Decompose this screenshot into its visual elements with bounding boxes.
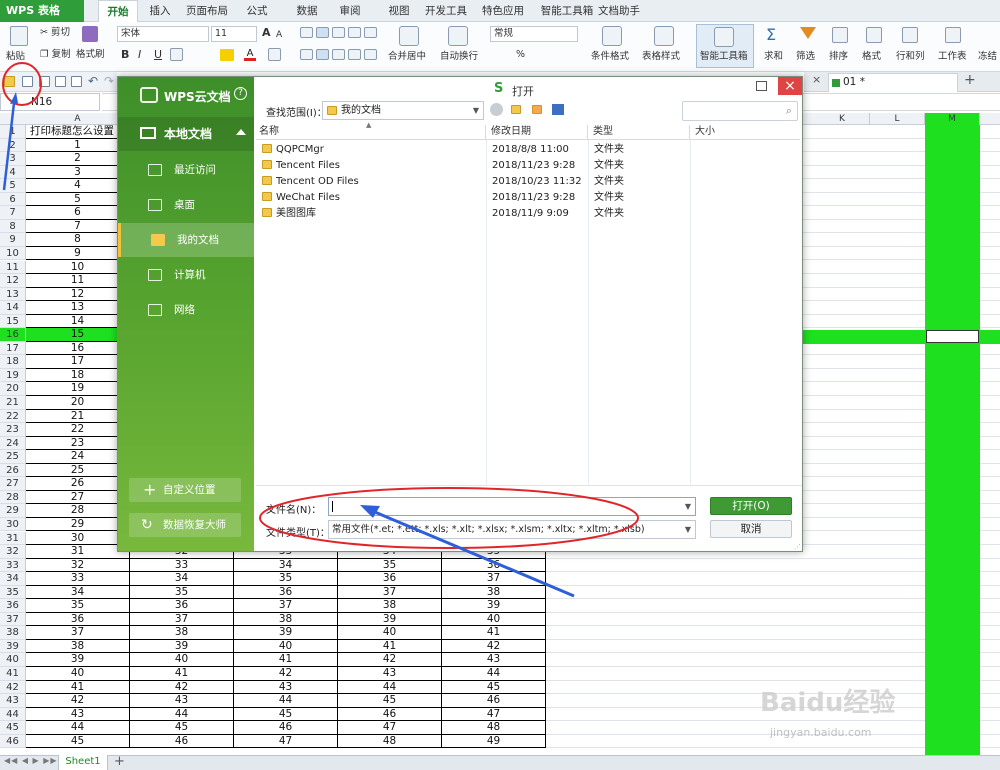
red-circle-filename-field	[259, 487, 639, 549]
blue-arrow-filename	[369, 508, 575, 598]
blue-arrow-up	[2, 102, 16, 191]
blue-arrowhead-up	[10, 92, 18, 104]
red-circle-open-icon	[2, 62, 42, 106]
annotation-overlay	[2, 62, 639, 598]
watermark-url: jingyan.baidu.com	[770, 726, 872, 739]
watermark-logo: Baidu经验	[760, 688, 896, 718]
